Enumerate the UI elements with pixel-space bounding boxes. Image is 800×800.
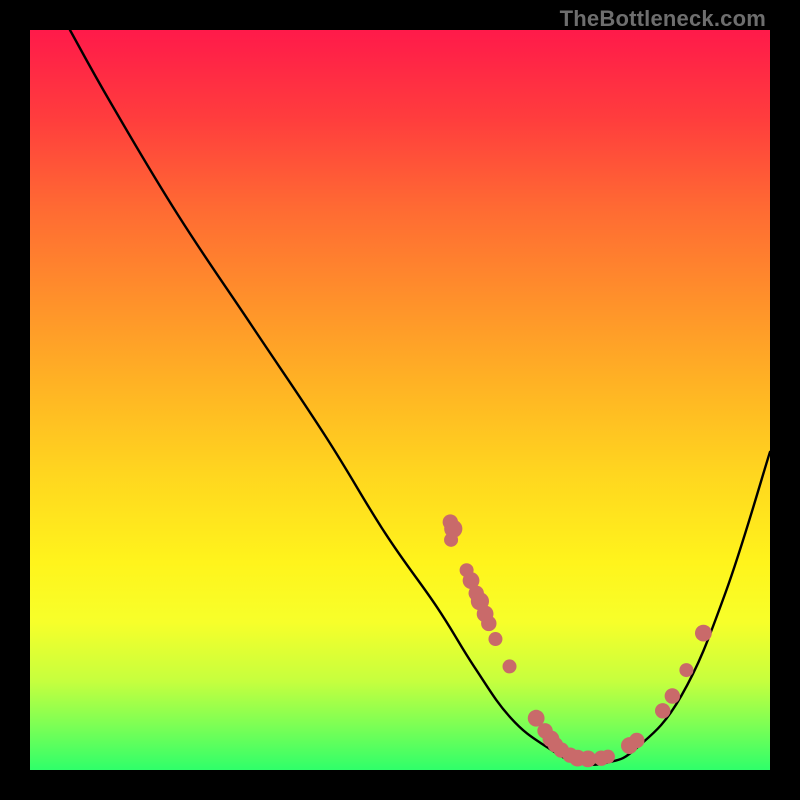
data-point [444, 533, 458, 547]
chart-container: TheBottleneck.com [0, 0, 800, 800]
data-points [443, 514, 712, 767]
data-point [655, 703, 670, 718]
curve-line [70, 30, 770, 765]
data-point [679, 663, 693, 677]
watermark-text: TheBottleneck.com [560, 6, 766, 32]
plot-area [30, 30, 770, 770]
data-point [629, 733, 644, 748]
chart-svg [30, 30, 770, 770]
data-point [488, 632, 502, 646]
data-point [503, 659, 517, 673]
data-point [665, 688, 680, 703]
data-point [601, 750, 615, 764]
data-point [481, 616, 496, 631]
data-point [695, 625, 712, 642]
